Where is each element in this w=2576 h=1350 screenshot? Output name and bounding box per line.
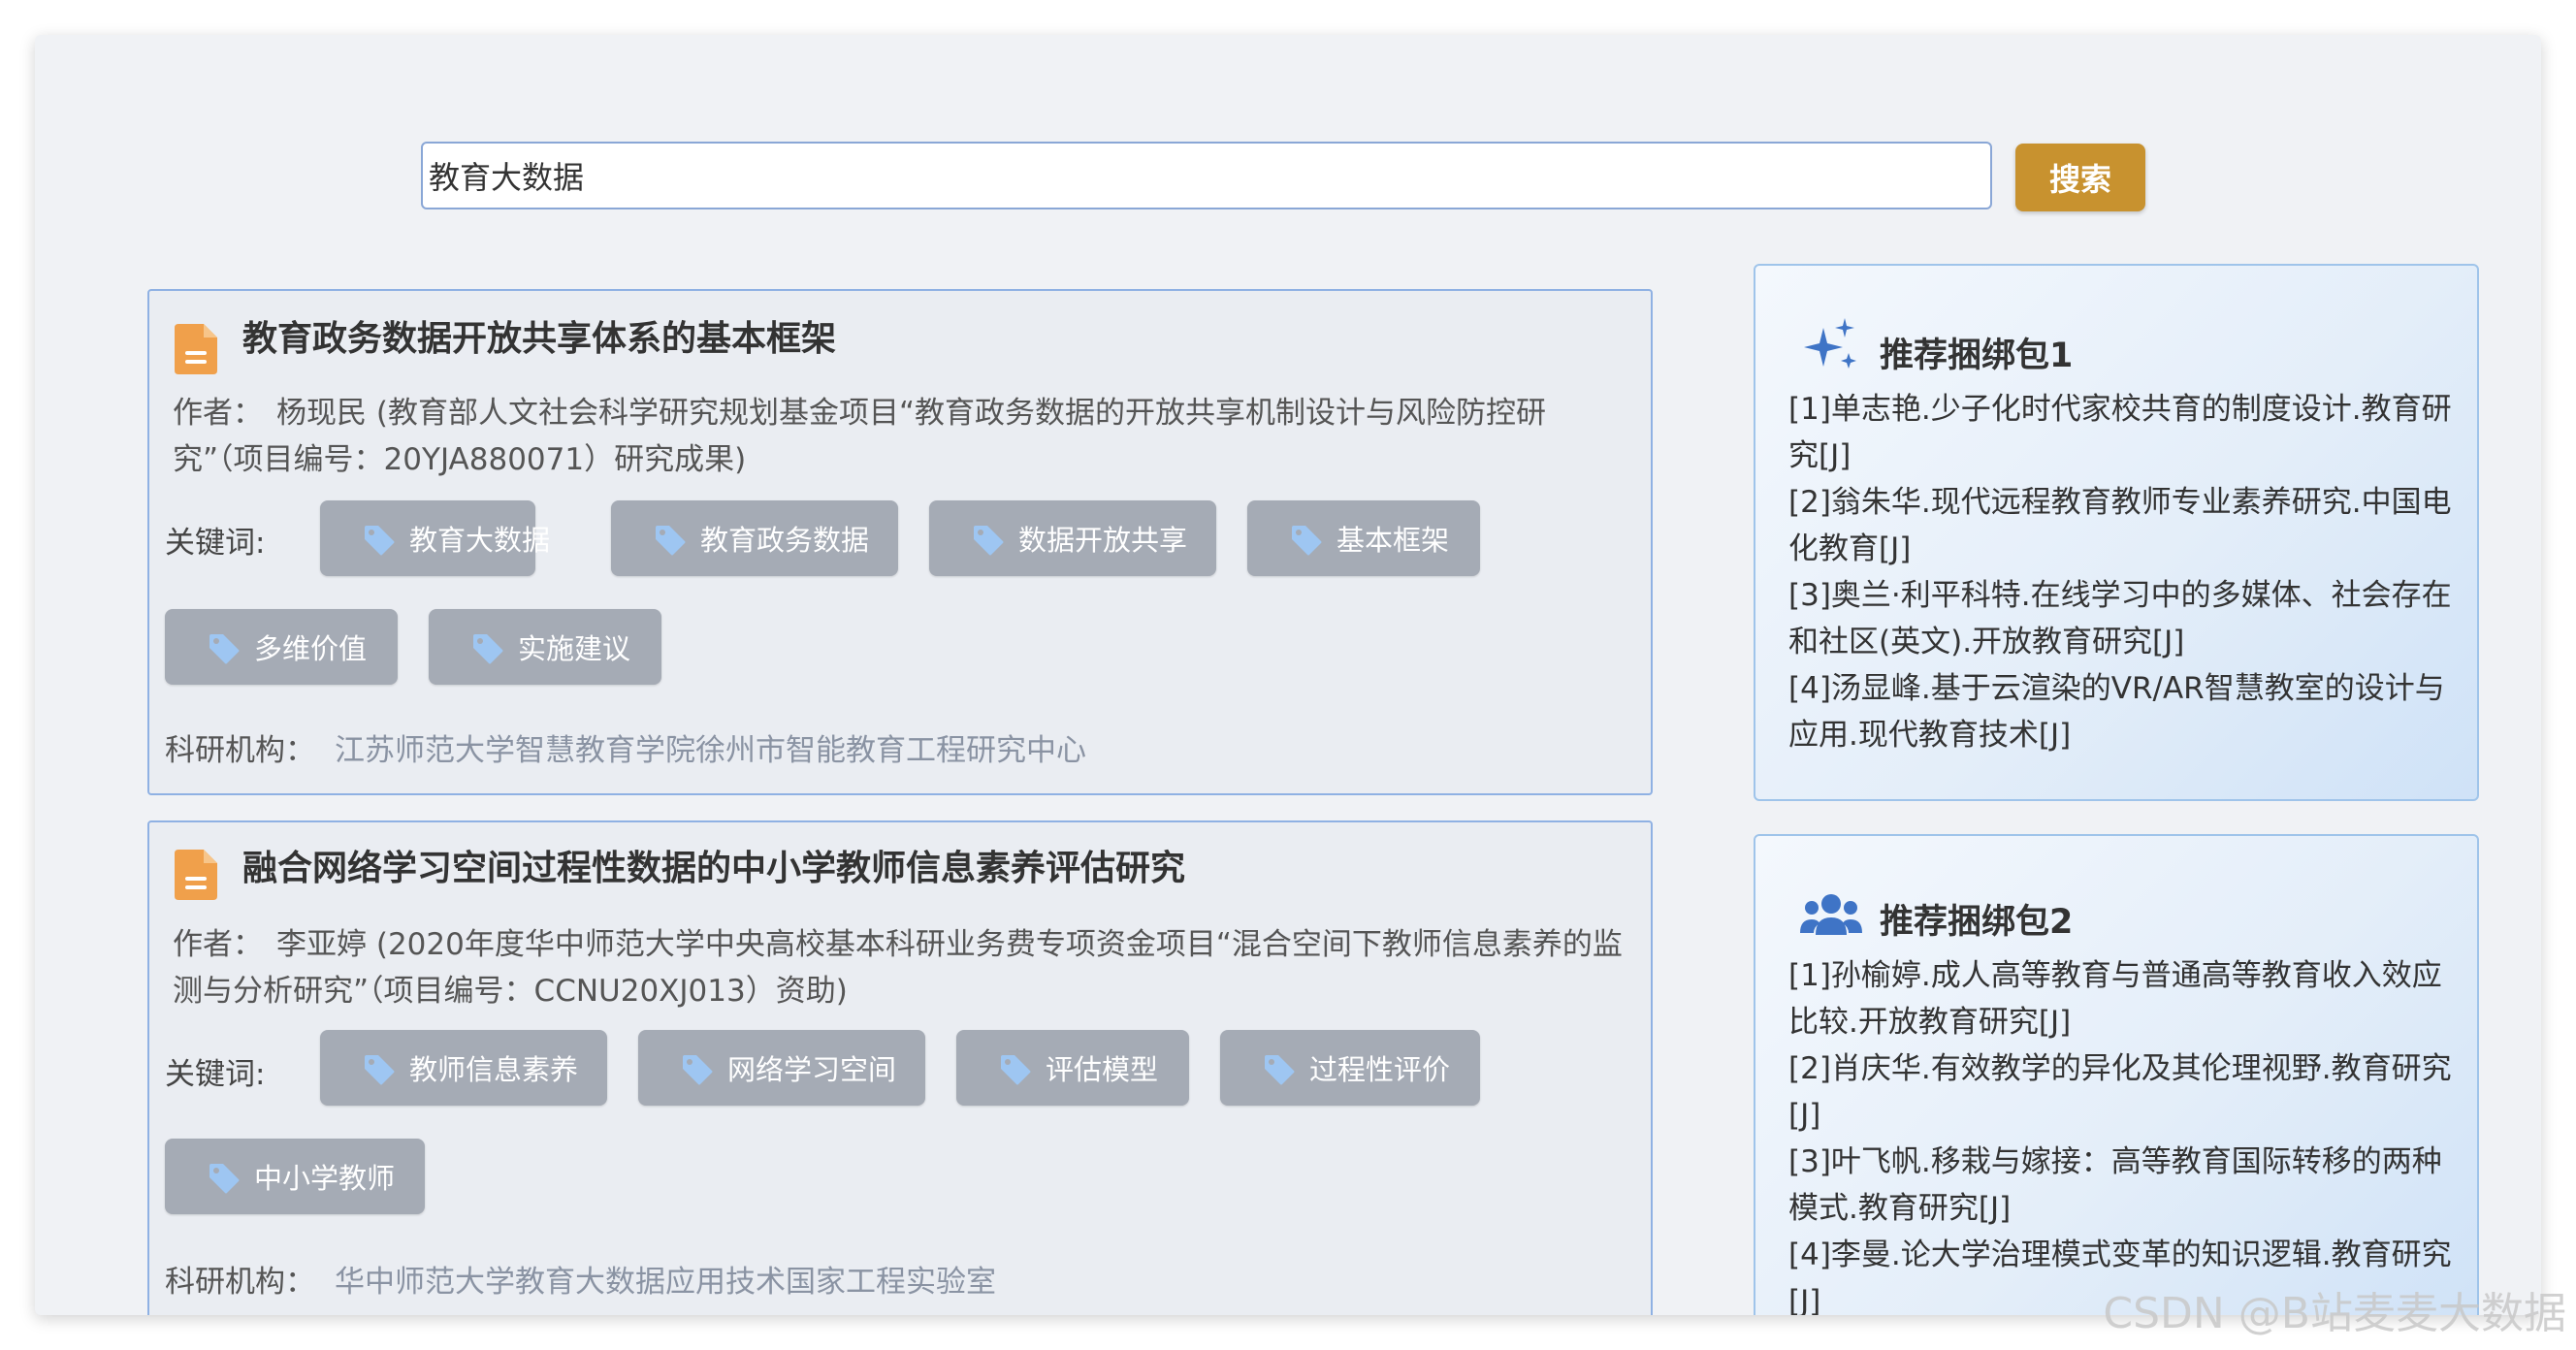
result-card[interactable]: 融合网络学习空间过程性数据的中小学教师信息素养评估研究 作者： 李亚婷 (2020…: [147, 820, 1653, 1315]
result-title[interactable]: 教育政务数据开放共享体系的基本框架: [242, 310, 836, 361]
recommendation-item[interactable]: [1]孙榆婷.成人高等教育与普通高等教育收入效应比较.开放教育研究[J]: [1788, 952, 2458, 1045]
author-line: 作者： 李亚婷 (2020年度华中师范大学中央高校基本科研业务费专项资金项目“混合…: [173, 921, 1627, 1014]
keyword-tag[interactable]: 过程性评价: [1220, 1030, 1480, 1106]
author-label: 作者：: [173, 396, 263, 431]
keywords-label: 关键词:: [165, 526, 266, 561]
tag-icon: [365, 1055, 395, 1085]
watermark: CSDN @B站麦麦大数据: [2103, 1289, 2566, 1338]
recommendation-item[interactable]: [4]汤显峰.基于云渲染的VR/AR智慧教室的设计与应用.现代教育技术[J]: [1788, 665, 2458, 758]
search-input[interactable]: [421, 142, 1992, 209]
keyword-label: 教育大数据: [409, 524, 551, 557]
tag-icon: [656, 526, 686, 556]
document-icon: [175, 850, 217, 900]
keyword-label: 基本框架: [1336, 524, 1450, 557]
recommendation-item[interactable]: [1]单志艳.少子化时代家校共育的制度设计.教育研究[J]: [1788, 386, 2458, 479]
org-line: 科研机构： 江苏师范大学智慧教育学院徐州市智能教育工程研究中心: [165, 725, 1086, 769]
keywords-label: 关键词:: [165, 1057, 266, 1092]
author-label: 作者：: [173, 927, 263, 962]
keyword-label: 教师信息素养: [409, 1053, 579, 1086]
tag-icon: [1001, 1055, 1031, 1085]
keyword-label: 评估模型: [1046, 1053, 1159, 1086]
result-title[interactable]: 融合网络学习空间过程性数据的中小学教师信息素养评估研究: [242, 840, 1185, 890]
keyword-label: 过程性评价: [1309, 1053, 1451, 1086]
author-line: 作者： 杨现民 (教育部人文社会科学研究规划基金项目“教育政务数据的开放共享机制设…: [173, 390, 1627, 483]
keyword-label: 多维价值: [254, 632, 368, 665]
recommendation-title: 推荐捆绑包2: [1880, 903, 2074, 942]
keyword-label: 中小学教师: [254, 1162, 396, 1195]
org-line: 科研机构： 华中师范大学教育大数据应用技术国家工程实验室: [165, 1257, 996, 1301]
tag-icon: [974, 526, 1004, 556]
app-window: 搜索 教育政务数据开放共享体系的基本框架 作者：杨现民 (教育部人文社会科学研究…: [35, 35, 2541, 1315]
keyword-label: 网络学习空间: [727, 1053, 897, 1086]
org-label: 科研机构：: [165, 733, 315, 768]
recommendation-panel: 推荐捆绑包2 [1]孙榆婷.成人高等教育与普通高等教育收入效应比较.开放教育研究…: [1754, 834, 2479, 1315]
recommendation-list: [1]孙榆婷.成人高等教育与普通高等教育收入效应比较.开放教育研究[J] [2]…: [1788, 952, 2458, 1315]
recommendation-panel: 推荐捆绑包1 [1]单志艳.少子化时代家校共育的制度设计.教育研究[J] [2]…: [1754, 264, 2479, 801]
keyword-tag[interactable]: 中小学教师: [165, 1139, 425, 1214]
recommendation-item[interactable]: [2]翁朱华.现代远程教育教师专业素养研究.中国电化教育[J]: [1788, 479, 2458, 572]
document-icon: [175, 324, 217, 374]
org-value: 华中师范大学教育大数据应用技术国家工程实验室: [335, 1265, 996, 1300]
recommendation-item[interactable]: [3]奥兰·利平科特.在线学习中的多媒体、社会存在和社区(英文).开放教育研究[…: [1788, 572, 2458, 665]
org-label: 科研机构：: [165, 1265, 315, 1300]
users-icon: [1800, 894, 1862, 935]
keyword-tag[interactable]: 多维价值: [165, 609, 398, 685]
keyword-tag[interactable]: 数据开放共享: [929, 500, 1216, 576]
keyword-tag[interactable]: 网络学习空间: [638, 1030, 925, 1106]
keyword-tag[interactable]: 教育政务数据: [611, 500, 898, 576]
sparkles-icon: [1804, 318, 1856, 369]
keyword-tag[interactable]: 实施建议: [429, 609, 661, 685]
search-button[interactable]: 搜索: [2015, 144, 2145, 211]
tag-icon: [473, 634, 503, 664]
tag-icon: [209, 634, 240, 664]
recommendation-title: 推荐捆绑包1: [1880, 337, 2074, 375]
org-value: 江苏师范大学智慧教育学院徐州市智能教育工程研究中心: [335, 733, 1086, 768]
result-card[interactable]: 教育政务数据开放共享体系的基本框架 作者： 杨现民 (教育部人文社会科学研究规划基…: [147, 289, 1653, 795]
recommendation-list: [1]单志艳.少子化时代家校共育的制度设计.教育研究[J] [2]翁朱华.现代远…: [1788, 386, 2458, 758]
keyword-tag[interactable]: 基本框架: [1247, 500, 1480, 576]
keyword-tag[interactable]: 评估模型: [956, 1030, 1189, 1106]
recommendation-item[interactable]: [3]叶飞帆.移栽与嫁接：高等教育国际转移的两种模式.教育研究[J]: [1788, 1139, 2458, 1232]
recommendation-item[interactable]: [2]肖庆华.有效教学的异化及其伦理视野.教育研究[J]: [1788, 1045, 2458, 1139]
keyword-label: 教育政务数据: [700, 524, 870, 557]
tag-icon: [1292, 526, 1322, 556]
tag-icon: [683, 1055, 713, 1085]
author-text: 杨现民 (教育部人文社会科学研究规划基金项目“教育政务数据的开放共享机制设计与风…: [173, 396, 1547, 477]
author-text: 李亚婷 (2020年度华中师范大学中央高校基本科研业务费专项资金项目“混合空间下…: [173, 927, 1623, 1009]
tag-icon: [209, 1164, 240, 1194]
tag-icon: [1265, 1055, 1295, 1085]
keyword-tag[interactable]: 教育大数据: [320, 500, 550, 576]
tag-icon: [365, 526, 395, 556]
keyword-label: 数据开放共享: [1018, 524, 1188, 557]
keyword-label: 实施建议: [518, 632, 631, 665]
keyword-tag[interactable]: 教师信息素养: [320, 1030, 607, 1106]
